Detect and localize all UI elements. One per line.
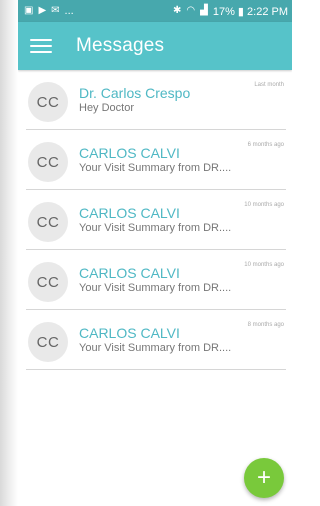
message-text: CARLOS CALVI Your Visit Summary from DR.… <box>79 266 231 295</box>
message-time: 6 months ago <box>247 142 284 148</box>
avatar: CC <box>28 142 68 182</box>
new-message-button[interactable]: + <box>244 458 284 498</box>
message-preview: Hey Doctor <box>79 102 135 114</box>
status-bar-left: ▣ ▶ ✉ ... <box>24 5 74 17</box>
bluetooth-icon: ✱ <box>173 5 182 16</box>
background-shadow <box>0 0 18 506</box>
sender-name: CARLOS CALVI <box>79 265 180 281</box>
signal-icon: ▟ <box>200 5 208 16</box>
message-item[interactable]: CC CARLOS CALVI Your Visit Summary from … <box>26 250 286 310</box>
message-text: CARLOS CALVI Your Visit Summary from DR.… <box>79 326 231 355</box>
status-battery-time: 17% ▮ 2:22 PM <box>212 5 288 18</box>
message-text: CARLOS CALVI Your Visit Summary from DR.… <box>79 206 231 235</box>
message-preview: Your Visit Summary from DR.... <box>79 282 232 294</box>
message-time: 8 months ago <box>247 322 284 328</box>
avatar: CC <box>28 322 68 362</box>
image-icon: ▣ <box>24 5 34 16</box>
wifi-icon: ◠ <box>186 5 196 16</box>
sender-name: CARLOS CALVI <box>79 145 180 161</box>
status-more: ... <box>64 5 74 17</box>
status-bar-right: ✱ ◠ ▟ 17% ▮ 2:22 PM <box>173 5 288 18</box>
sender-name: CARLOS CALVI <box>79 325 180 341</box>
message-preview: Your Visit Summary from DR.... <box>79 342 232 354</box>
avatar: CC <box>28 202 68 242</box>
message-text: CARLOS CALVI Your Visit Summary from DR.… <box>79 146 231 175</box>
menu-icon[interactable] <box>30 39 52 53</box>
message-time: 10 months ago <box>244 262 284 268</box>
sender-name: Dr. Carlos Crespo <box>79 85 191 101</box>
avatar: CC <box>28 262 68 302</box>
message-item[interactable]: CC CARLOS CALVI Your Visit Summary from … <box>26 130 286 190</box>
message-item[interactable]: CC CARLOS CALVI Your Visit Summary from … <box>26 190 286 250</box>
message-item[interactable]: CC Dr. Carlos Crespo Hey Doctor Last mon… <box>26 70 286 130</box>
message-item[interactable]: CC CARLOS CALVI Your Visit Summary from … <box>26 310 286 370</box>
mail-icon: ✉ <box>51 5 60 16</box>
page-title: Messages <box>76 35 165 56</box>
app-header: Messages <box>18 22 292 70</box>
phone-screen: ▣ ▶ ✉ ... ✱ ◠ ▟ 17% ▮ 2:22 PM Messages C… <box>18 0 292 506</box>
message-time: Last month <box>254 82 284 88</box>
message-time: 10 months ago <box>244 202 284 208</box>
avatar: CC <box>28 82 68 122</box>
message-list: CC Dr. Carlos Crespo Hey Doctor Last mon… <box>18 70 292 370</box>
play-icon: ▶ <box>38 5 47 16</box>
message-preview: Your Visit Summary from DR.... <box>79 162 232 174</box>
message-preview: Your Visit Summary from DR.... <box>79 222 232 234</box>
sender-name: CARLOS CALVI <box>79 205 180 221</box>
status-bar: ▣ ▶ ✉ ... ✱ ◠ ▟ 17% ▮ 2:22 PM <box>18 0 292 22</box>
message-text: Dr. Carlos Crespo Hey Doctor <box>79 86 190 115</box>
